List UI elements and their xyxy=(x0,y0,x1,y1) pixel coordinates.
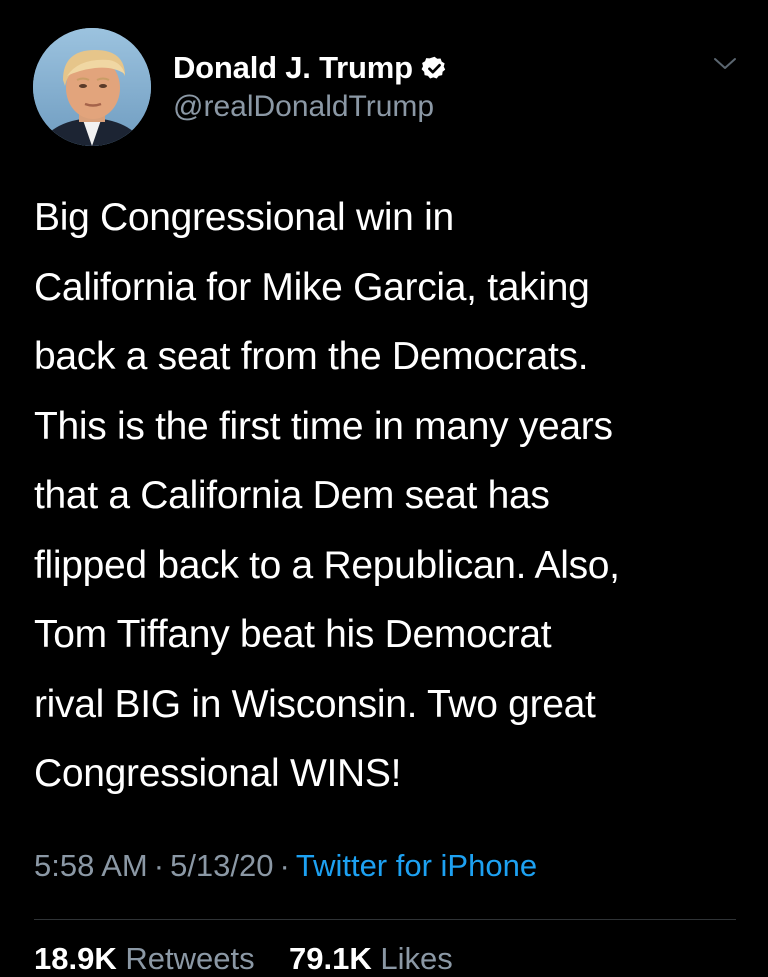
retweets-label[interactable]: Retweets xyxy=(125,941,254,976)
tweet-card: Donald J. Trump @realDonaldTrump Big Con… xyxy=(0,0,768,976)
user-names: Donald J. Trump @realDonaldTrump xyxy=(173,48,448,124)
avatar[interactable] xyxy=(33,28,151,146)
meta-separator: · xyxy=(279,848,290,883)
display-name[interactable]: Donald J. Trump xyxy=(173,50,413,86)
avatar-image xyxy=(33,28,151,146)
likes-count[interactable]: 79.1K xyxy=(289,941,372,976)
tweet-meta: 5:58 AM · 5/13/20 · Twitter for iPhone xyxy=(34,848,537,884)
retweets-count[interactable]: 18.9K xyxy=(34,941,117,976)
tweet-header: Donald J. Trump @realDonaldTrump xyxy=(33,28,743,148)
meta-separator: · xyxy=(153,848,165,883)
divider xyxy=(34,919,736,920)
verified-badge-icon xyxy=(421,55,448,82)
chevron-down-icon[interactable] xyxy=(713,56,737,72)
user-handle[interactable]: @realDonaldTrump xyxy=(173,90,448,124)
likes-label[interactable]: Likes xyxy=(380,941,452,976)
tweet-date[interactable]: 5/13/20 xyxy=(170,848,273,883)
tweet-source-link[interactable]: Twitter for iPhone xyxy=(296,848,537,883)
tweet-text: Big Congressional win in California for … xyxy=(34,196,620,795)
tweet-time[interactable]: 5:58 AM xyxy=(34,848,148,883)
display-name-row: Donald J. Trump xyxy=(173,48,448,88)
tweet-stats: 18.9K Retweets 79.1K Likes xyxy=(34,941,453,977)
